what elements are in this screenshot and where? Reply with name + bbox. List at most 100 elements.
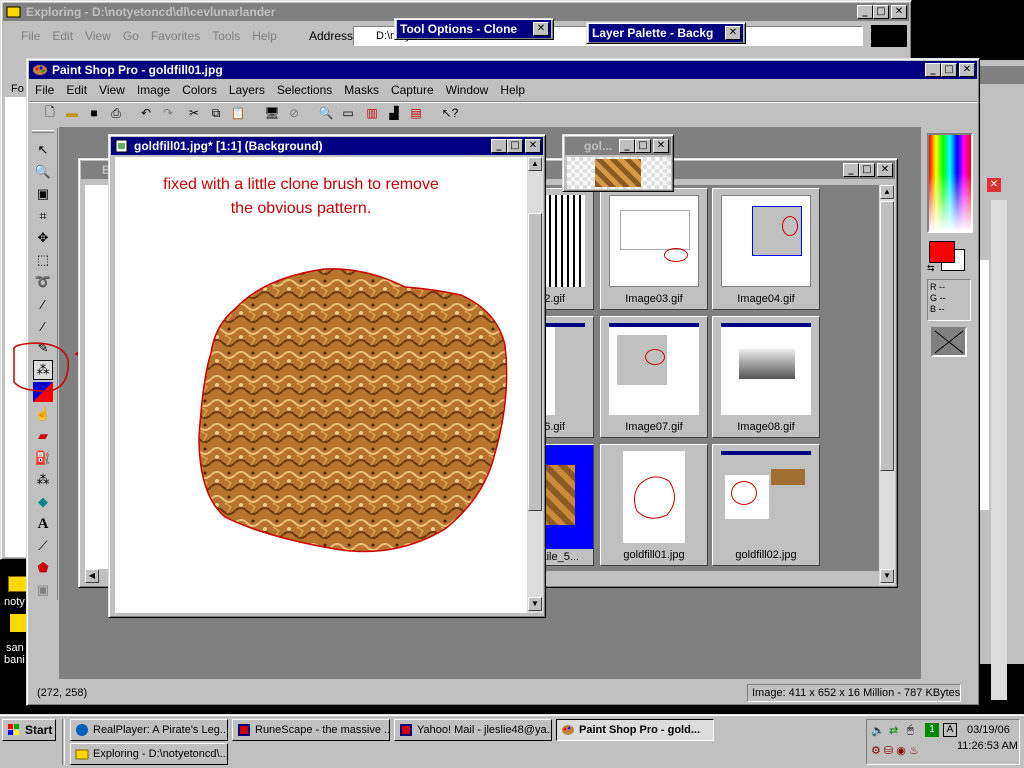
maximize-button[interactable]: □ [507, 139, 523, 153]
maximize-button[interactable]: □ [859, 163, 875, 177]
menu-help[interactable]: Help [246, 29, 283, 43]
deformation-tool-icon[interactable]: ▣ [33, 184, 53, 204]
menu-view[interactable]: View [79, 29, 117, 43]
magic-wand-tool-icon[interactable]: ⁄ [33, 294, 53, 314]
print-icon[interactable]: ⎙ [106, 104, 126, 122]
taskbar-button-realplayer[interactable]: RealPlayer: A Pirate's Leg... [70, 719, 228, 741]
menu-layers[interactable]: Layers [223, 83, 271, 97]
paste-icon[interactable]: 📋 [228, 104, 248, 122]
color-picker-spectrum[interactable] [927, 133, 973, 233]
thumbnail-item[interactable]: Image04.gif [712, 188, 820, 310]
clone-brush-tool-icon[interactable]: ⁂ [33, 360, 53, 380]
vector-object-tool-icon[interactable]: ▣ [33, 580, 53, 600]
layer-palette-icon[interactable]: ▤ [406, 104, 426, 122]
close-button[interactable]: ✕ [725, 26, 741, 40]
thumbnail-item[interactable]: goldfill01.jpg [600, 444, 708, 566]
close-button[interactable]: ✕ [525, 139, 541, 153]
preset-shapes-tool-icon[interactable]: ⬟ [33, 558, 53, 578]
menu-edit[interactable]: Edit [60, 83, 93, 97]
texture-swatch[interactable] [931, 327, 967, 357]
layer-palette[interactable]: Layer Palette - Backg ✕ [586, 22, 746, 44]
close-button[interactable]: ✕ [959, 63, 975, 77]
undo-icon[interactable]: ↶ [136, 104, 156, 122]
menu-file[interactable]: File [15, 29, 46, 43]
menu-image[interactable]: Image [131, 83, 176, 97]
scroll-thumb[interactable] [880, 201, 894, 471]
scroll-up-arrow[interactable]: ▲ [880, 185, 894, 199]
psp-titlebar[interactable]: Paint Shop Pro - goldfill01.jpg _ □ ✕ [29, 61, 977, 79]
picture-tube-tool-icon[interactable]: ⛽ [33, 448, 53, 468]
paintbrush-tool-icon[interactable]: ✎ [33, 338, 53, 358]
color-replacer-tool-icon[interactable] [33, 382, 53, 402]
color-palette-icon[interactable]: ▥ [362, 104, 382, 122]
open-file-icon[interactable]: ▬ [62, 104, 82, 122]
thumbnail-item[interactable]: Image08.gif [712, 316, 820, 438]
mover-tool-icon[interactable]: ✥ [33, 228, 53, 248]
retouch-tool-icon[interactable]: ☝ [33, 404, 53, 424]
redo-icon[interactable]: ↷ [158, 104, 178, 122]
selection-tool-icon[interactable]: ⬚ [33, 250, 53, 270]
tool-options-palette[interactable]: Tool Options - Clone ✕ [394, 18, 554, 40]
overview-titlebar[interactable]: gol... _ □ ✕ [565, 137, 671, 155]
maximize-button[interactable]: □ [635, 139, 651, 153]
taskbar-button-explorer[interactable]: Exploring - D:\notyetoncd\... [70, 743, 228, 765]
eraser-tool-icon[interactable]: ▰ [33, 426, 53, 446]
cut-icon[interactable]: ✂ [184, 104, 204, 122]
image-window-titlebar[interactable]: goldfill01.jpg* [1:1] (Background) _ □ ✕ [111, 137, 543, 155]
taskbar-button-runescape[interactable]: RuneScape - the massive ... [232, 719, 390, 741]
scroll-thumb[interactable] [528, 213, 542, 511]
desktop-icon-folder[interactable] [8, 576, 28, 592]
close-button[interactable]: ✕ [533, 22, 549, 36]
maximize-button[interactable]: □ [941, 63, 957, 77]
menu-masks[interactable]: Masks [338, 83, 385, 97]
thumbnail-item[interactable]: Image03.gif [600, 188, 708, 310]
cancel-icon[interactable]: ⊘ [284, 104, 304, 122]
copy-icon[interactable]: ⧉ [206, 104, 226, 122]
menu-capture[interactable]: Capture [385, 83, 440, 97]
menu-favorites[interactable]: Favorites [145, 29, 206, 43]
keyboard-language-icon[interactable]: A [943, 723, 957, 737]
minimize-button[interactable]: _ [619, 139, 635, 153]
scroll-down-arrow[interactable]: ▼ [880, 569, 894, 583]
zoom-icon[interactable]: 🔍 [316, 104, 336, 122]
menu-edit[interactable]: Edit [46, 29, 79, 43]
maximize-button[interactable]: □ [873, 5, 889, 19]
tray-icon-row-2[interactable]: ⚙ ⛁ ◉ ♨ [871, 744, 951, 760]
scroll-left-arrow[interactable]: ◀ [85, 569, 99, 583]
tool-palette-grip[interactable] [32, 130, 54, 133]
minimize-button[interactable]: _ [925, 63, 941, 77]
airbrush-tool-icon[interactable]: ⁂ [33, 470, 53, 490]
text-tool-icon[interactable]: A [33, 514, 53, 534]
minimize-button[interactable]: _ [491, 139, 507, 153]
menu-view[interactable]: View [93, 83, 131, 97]
menu-go[interactable]: Go [117, 29, 145, 43]
menu-help[interactable]: Help [494, 83, 531, 97]
foreground-color-swatch[interactable] [929, 241, 955, 263]
scrollbar[interactable] [991, 200, 1007, 700]
thumbnail-item[interactable]: goldfill02.jpg [712, 444, 820, 566]
draw-tool-icon[interactable]: ⟋ [33, 536, 53, 556]
image-vertical-scrollbar[interactable]: ▲ ▼ [527, 157, 543, 613]
scroll-up-arrow[interactable]: ▲ [528, 157, 542, 171]
new-file-icon[interactable]: 🗋 [40, 104, 60, 122]
menu-window[interactable]: Window [440, 83, 495, 97]
image-canvas[interactable]: fixed with a little clone brush to remov… [115, 157, 527, 613]
info-icon[interactable]: 1 [925, 723, 939, 737]
swap-colors-icon[interactable]: ⇆ [927, 263, 935, 274]
save-icon[interactable]: ■ [84, 104, 104, 122]
dropper-tool-icon[interactable]: ⁄ [33, 316, 53, 336]
screen-capture-icon[interactable]: 🖥 [262, 104, 282, 122]
help-pointer-icon[interactable]: ↖? [440, 104, 460, 122]
thumbnail-item[interactable]: Image07.gif [600, 316, 708, 438]
freehand-tool-icon[interactable]: ➰ [33, 272, 53, 292]
zoom-tool-icon[interactable]: 🔍 [33, 162, 53, 182]
close-icon[interactable]: ✕ [987, 178, 1001, 192]
scroll-down-arrow[interactable]: ▼ [528, 597, 542, 611]
menu-file[interactable]: File [29, 83, 60, 97]
menu-selections[interactable]: Selections [271, 83, 338, 97]
toggle-toolbar-icon[interactable]: ▭ [338, 104, 358, 122]
start-button[interactable]: Start [2, 719, 56, 741]
thumbnail-scrollbar[interactable]: ▲ ▼ [879, 185, 895, 585]
close-button[interactable]: ✕ [653, 139, 669, 153]
mouse-icon[interactable]: 🖱 [907, 724, 914, 737]
